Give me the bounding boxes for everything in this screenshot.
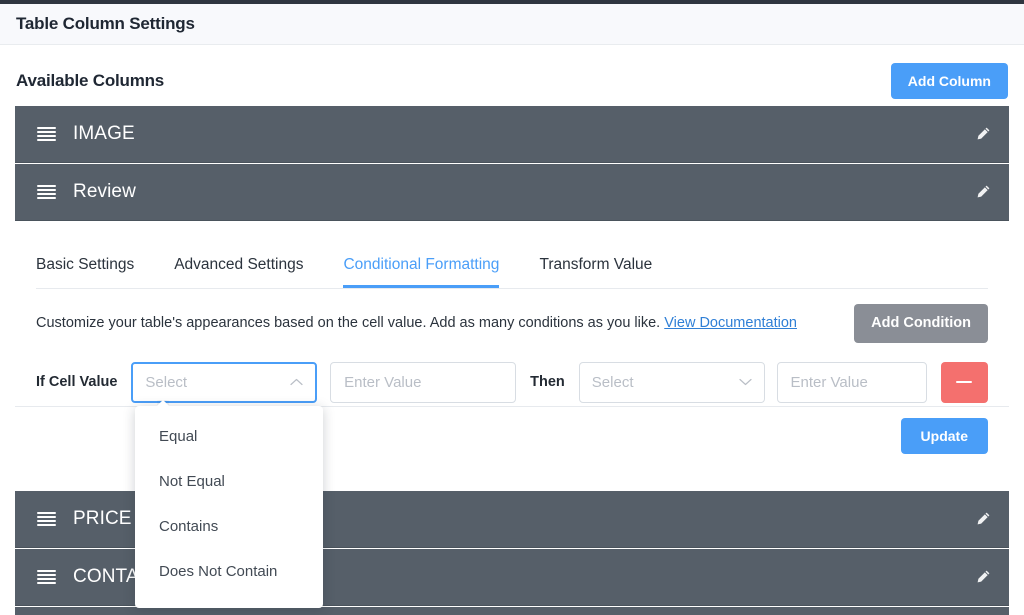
style-value-input[interactable] [777,362,927,403]
chevron-down-icon [739,378,752,386]
operator-select-value: Select [145,374,290,391]
dropdown-item-equal[interactable]: Equal [135,414,323,459]
operator-select[interactable]: Select [131,362,317,403]
drag-handle-icon[interactable] [37,512,56,527]
tab-basic-settings[interactable]: Basic Settings [36,256,134,288]
available-columns-bar: Available Columns Add Column [0,56,1024,106]
then-label: Then [530,374,565,390]
pencil-edit-icon[interactable] [975,569,991,585]
if-cell-value-label: If Cell Value [36,374,117,390]
view-documentation-link[interactable]: View Documentation [664,315,797,331]
drag-handle-icon[interactable] [37,185,56,200]
condition-value-input[interactable] [330,362,516,403]
available-columns-title: Available Columns [16,71,164,91]
settings-tabs: Basic Settings Advanced Settings Conditi… [36,246,692,288]
style-select[interactable]: Select [579,362,765,403]
tab-transform-value[interactable]: Transform Value [539,256,652,288]
tab-advanced-settings[interactable]: Advanced Settings [174,256,303,288]
dropdown-caret [157,400,169,406]
column-row-image[interactable]: IMAGE [15,106,1009,163]
add-condition-button[interactable]: Add Condition [854,304,988,343]
tab-conditional-formatting[interactable]: Conditional Formatting [343,256,499,288]
column-row-review[interactable]: Review [15,164,1009,221]
page-title: Table Column Settings [16,14,195,34]
pencil-edit-icon[interactable] [975,511,991,527]
chevron-up-icon [290,378,303,386]
column-label: Review [73,181,975,203]
minus-icon [956,381,972,383]
drag-handle-icon[interactable] [37,570,56,585]
add-column-button[interactable]: Add Column [891,63,1008,99]
update-button[interactable]: Update [901,418,988,454]
operator-dropdown-menu: Equal Not Equal Contains Does Not Contai… [135,406,323,608]
condition-row: If Cell Value Select Then Select [36,357,988,407]
dropdown-item-contains[interactable]: Contains [135,504,323,549]
column-row-next-partial[interactable] [15,607,1009,615]
description-row: Customize your table's appearances based… [36,304,988,343]
panel-header: Table Column Settings [0,4,1024,45]
column-label: IMAGE [73,123,975,145]
pencil-edit-icon[interactable] [975,184,991,200]
style-select-value: Select [592,374,739,391]
drag-handle-icon[interactable] [37,127,56,142]
tabs-divider [36,288,988,289]
dropdown-item-does-not-contain[interactable]: Does Not Contain [135,549,323,594]
remove-condition-button[interactable] [941,362,989,403]
dropdown-item-not-equal[interactable]: Not Equal [135,459,323,504]
table-column-settings-panel: Table Column Settings Available Columns … [0,0,1024,615]
description-text: Customize your table's appearances based… [36,315,660,331]
conditional-formatting-description: Customize your table's appearances based… [36,314,797,333]
pencil-edit-icon[interactable] [975,126,991,142]
